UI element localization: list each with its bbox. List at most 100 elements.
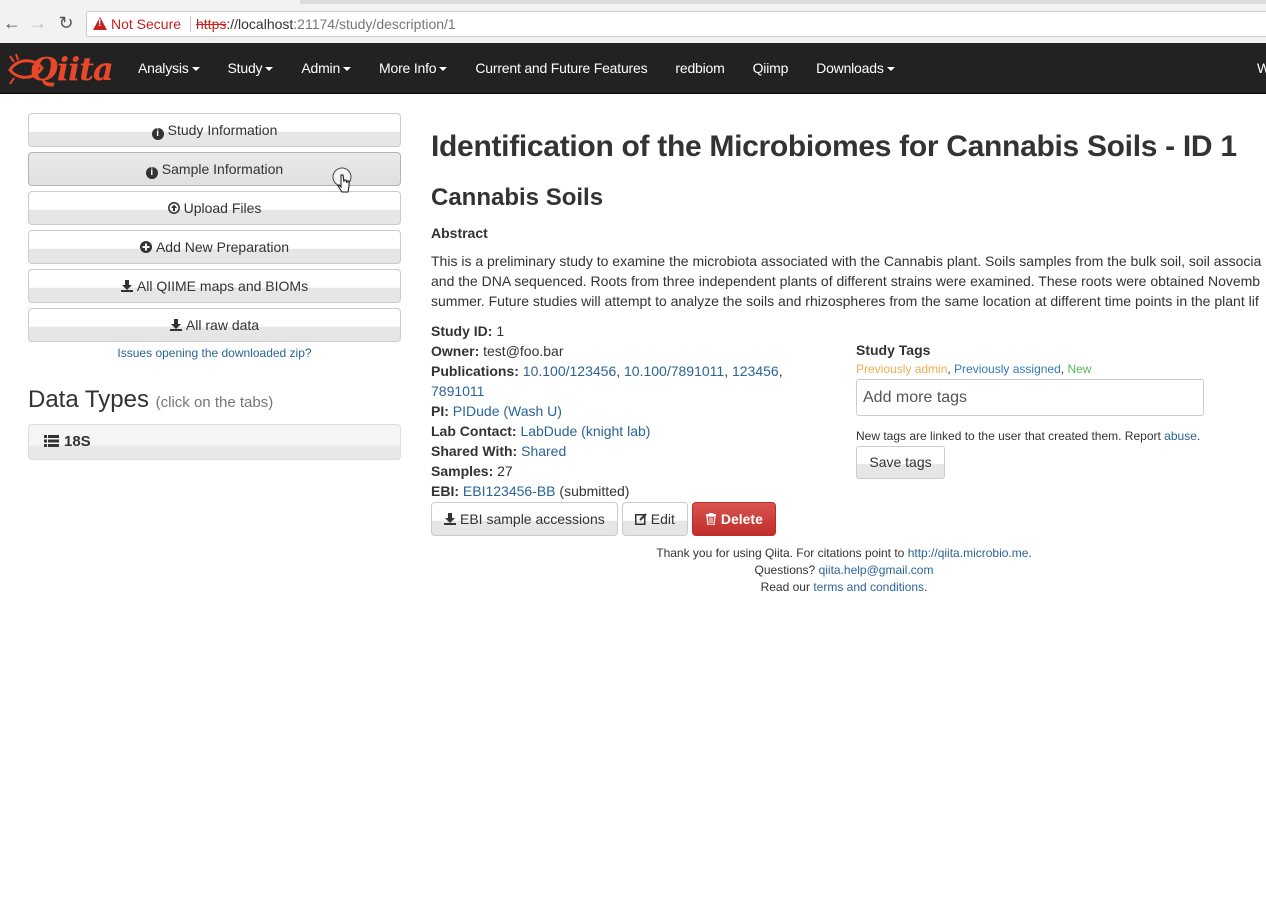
nav-item-current-and-future-features[interactable]: Current and Future Features [461, 43, 661, 93]
delete-button[interactable]: Delete [691, 502, 776, 536]
shared-with-row: Shared With: Shared [431, 443, 567, 459]
publication-link[interactable]: 10.100/7891011 [624, 363, 724, 379]
plus-circle-icon [139, 241, 152, 253]
study-alias: Cannabis Soils [431, 184, 604, 211]
study-information-button[interactable]: i Study Information [28, 113, 401, 147]
owner-value: test@foo.bar [483, 343, 564, 359]
tags-legend: Previously admin, Previously assigned, N… [856, 362, 1092, 376]
pi-link[interactable]: PIDude (Wash U) [453, 403, 562, 419]
trash-icon [705, 513, 716, 525]
tags-note: New tags are linked to the user that cre… [856, 429, 1201, 443]
nav-item-downloads[interactable]: Downloads [802, 43, 908, 93]
report-abuse-link[interactable]: abuse [1164, 429, 1197, 443]
publications-row: Publications: 10.100/123456, 10.100/7891… [431, 363, 783, 399]
all-qiime-maps-and-bioms-button[interactable]: All QIIME maps and BIOMs [28, 269, 401, 303]
lab-contact-link[interactable]: LabDude (knight lab) [520, 423, 650, 439]
warning-icon [93, 17, 107, 30]
nav-item-more-info[interactable]: More Info [365, 43, 461, 93]
add-tags-input[interactable] [856, 379, 1204, 416]
browser-toolbar: ← → ↻ Not Secure https://localhost:21174… [0, 0, 1266, 44]
study-id-value: 1 [496, 323, 505, 339]
study-actions: EBI sample accessions Edit Delete [431, 502, 780, 536]
edit-button[interactable]: Edit [621, 502, 688, 536]
not-secure-label: Not Secure [111, 16, 182, 32]
abstract-line: This is a preliminary study to examine t… [431, 253, 1262, 269]
ebi-sample-accessions-button[interactable]: EBI sample accessions [431, 502, 618, 536]
url-text: https://localhost:21174/study/descriptio… [196, 16, 456, 32]
caret-down-icon [191, 67, 200, 72]
ebi-status: (submitted) [559, 483, 630, 499]
help-email-link[interactable]: qiita.help@gmail.com [819, 563, 934, 577]
study-main: Identification of the Microbiomes for Ca… [431, 130, 1266, 536]
pi-row: PI: PIDude (Wash U) [431, 403, 562, 419]
logo-text: Qiita [30, 50, 114, 88]
save-tags-button[interactable]: Save tags [856, 446, 945, 479]
study-id-row: Study ID: 1 [431, 323, 505, 339]
hand-cursor-icon [332, 167, 352, 193]
caret-down-icon [343, 67, 352, 72]
samples-row: Samples: 27 [431, 463, 513, 479]
sidebar-buttons: i Study Information i Sample Information Upl… [28, 113, 401, 342]
data-type-tab-18s[interactable]: 18S [28, 424, 401, 460]
data-types-heading: Data Types (click on the tabs) [28, 386, 401, 414]
nav-item-qiimp[interactable]: Qiimp [739, 43, 803, 93]
download-icon [169, 319, 182, 331]
legend-new: New [1067, 362, 1092, 376]
samples-value: 27 [497, 463, 513, 479]
owner-row: Owner: test@foo.bar [431, 343, 564, 359]
publication-link[interactable]: 123456 [732, 363, 779, 379]
footer-citation: Thank you for using Qiita. For citations… [656, 546, 1032, 560]
browser-tab-strip [300, 0, 1266, 4]
address-bar[interactable]: Not Secure https://localhost:21174/study… [86, 11, 1266, 37]
footer-questions: Questions? qiita.help@gmail.com [754, 563, 934, 577]
page-title: Identification of the Microbiomes for Ca… [431, 130, 1237, 163]
ebi-row: EBI: EBI123456-BB (submitted) [431, 483, 630, 499]
upload-circle-icon [167, 202, 180, 214]
download-icon [444, 513, 456, 525]
study-tags: Study Tags Previously admin, Previously … [856, 342, 1206, 479]
caret-down-icon [886, 67, 895, 72]
data-types-hint: (click on the tabs) [155, 394, 274, 411]
abstract-line: and the DNA sequenced. Roots from three … [431, 273, 1261, 289]
data-types-title: Data Types [28, 386, 149, 413]
shared-with-link[interactable]: Shared [521, 443, 566, 459]
nav-menu: Analysis Study Admin More Info Current and F… [124, 43, 909, 93]
upload-files-button[interactable]: Upload Files [28, 191, 401, 225]
list-icon [44, 435, 59, 447]
forward-arrow-icon[interactable]: → [28, 13, 48, 33]
footer-terms: Read our terms and conditions. [760, 580, 928, 594]
lab-contact-row: Lab Contact: LabDude (knight lab) [431, 423, 651, 439]
info-circle-icon: i [151, 128, 164, 140]
all-raw-data-button[interactable]: All raw data [28, 308, 401, 342]
info-circle-icon: i [145, 167, 158, 179]
nav-item-admin[interactable]: Admin [287, 43, 365, 93]
publication-link[interactable]: 10.100/123456 [523, 363, 616, 379]
reload-icon[interactable]: ↻ [56, 13, 76, 33]
nav-item-analysis[interactable]: Analysis [124, 43, 214, 93]
nav-item-cutoff[interactable]: W [1257, 43, 1266, 93]
data-type-label: 18S [64, 433, 91, 450]
legend-previously-admin: Previously admin [856, 362, 948, 376]
edit-icon [634, 513, 647, 525]
terms-link[interactable]: terms and conditions [813, 580, 924, 594]
abstract-text: This is a preliminary study to examine t… [431, 251, 1266, 311]
address-separator [190, 16, 191, 32]
qiita-logo[interactable]: Qiita [8, 48, 114, 88]
nav-item-study[interactable]: Study [214, 43, 288, 93]
download-icon [120, 280, 133, 292]
back-arrow-icon[interactable]: ← [2, 13, 22, 33]
citation-link[interactable]: http://qiita.microbio.me [908, 546, 1029, 560]
study-tags-heading: Study Tags [856, 342, 931, 358]
caret-down-icon [265, 67, 274, 72]
nav-item-redbiom[interactable]: redbiom [661, 43, 738, 93]
publication-link[interactable]: 7891011 [431, 383, 484, 399]
caret-down-icon [439, 67, 448, 72]
issues-zip-link[interactable]: Issues opening the downloaded zip? [28, 346, 401, 360]
study-info: Study ID: 1 Owner: test@foo.bar Publicat… [431, 321, 821, 501]
legend-previously-assigned: Previously assigned [954, 362, 1061, 376]
top-navbar: Qiita Analysis Study Admin More Info Current… [0, 43, 1266, 94]
abstract-heading: Abstract [431, 225, 488, 241]
ebi-link[interactable]: EBI123456-BB [463, 483, 556, 499]
add-new-preparation-button[interactable]: Add New Preparation [28, 230, 401, 264]
abstract-line: summer. Future studies will attempt to a… [431, 293, 1259, 309]
